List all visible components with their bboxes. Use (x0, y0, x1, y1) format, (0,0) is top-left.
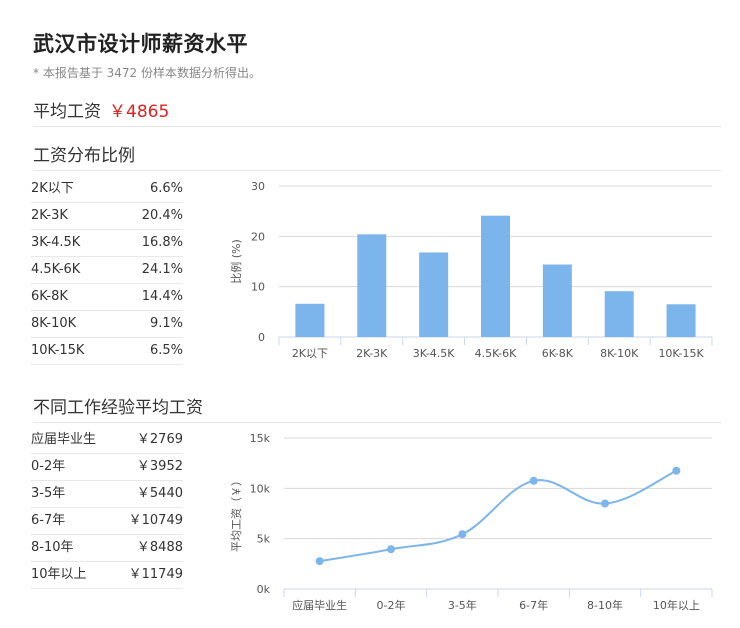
line-point (529, 476, 538, 485)
distribution-row-value: 16.8% (141, 235, 183, 250)
bar (357, 234, 387, 337)
bar-y-axis-label: 比例 (%) (229, 239, 243, 284)
experience-row-value: ￥2769 (136, 432, 183, 447)
bar-x-tick-label: 6K-8K (542, 347, 574, 360)
line-point (601, 499, 609, 508)
experience-row-value: ￥3952 (136, 459, 183, 474)
bar (481, 215, 510, 337)
bar-y-tick-label: 10 (251, 281, 265, 294)
distribution-row: 4.5K-6K 24.1% (31, 257, 183, 284)
bar-x-tick-label: 2K-3K (356, 347, 388, 360)
average-salary-label: 平均工资 (33, 102, 101, 122)
distribution-row-label: 10K-15K (31, 343, 85, 358)
bar-x-tick-label: 10K-15K (658, 347, 704, 360)
distribution-table: 2K以下 6.6% 2K-3K 20.4% 3K-4.5K 16.8% 4.5K-6K 24.… (31, 176, 183, 365)
line-point (458, 530, 467, 539)
distribution-row-label: 2K-3K (31, 208, 68, 223)
distribution-row-value: 14.4% (141, 289, 183, 304)
experience-row-label: 0-2年 (31, 459, 66, 474)
line-x-tick-label: 应届毕业生 (292, 598, 347, 612)
bar-x-tick-label: 2K以下 (292, 347, 328, 360)
distribution-row: 2K以下 6.6% (31, 176, 183, 203)
distribution-row: 8K-10K 9.1% (31, 311, 183, 338)
distribution-row: 2K-3K 20.4% (31, 203, 183, 230)
experience-row: 10年以上 ￥11749 (31, 562, 183, 589)
bar-x-tick-label: 3K-4.5K (413, 347, 456, 360)
line-y-tick-label: 0k (257, 583, 271, 596)
line-y-tick-label: 5k (257, 533, 271, 546)
line-point (672, 466, 681, 475)
experience-row-label: 应届毕业生 (31, 432, 97, 447)
page-title: 武汉市设计师薪资水平 (33, 32, 248, 56)
line-y-axis-label: 平均工资（￥） (230, 475, 243, 552)
experience-table: 应届毕业生 ￥2769 0-2年 ￥3952 3-5年 ￥5440 6-7年 ￥10749 8-… (31, 427, 183, 589)
experience-row: 0-2年 ￥3952 (31, 454, 183, 481)
experience-row-value: ￥5440 (136, 486, 183, 501)
distribution-row: 10K-15K 6.5% (31, 338, 183, 365)
distribution-row-value: 20.4% (141, 208, 183, 223)
distribution-row: 3K-4.5K 16.8% (31, 230, 183, 257)
line-x-tick-label: 3-5年 (448, 598, 477, 612)
bar (666, 304, 696, 337)
line-x-tick-label: 6-7年 (519, 598, 548, 612)
experience-row-label: 3-5年 (31, 486, 66, 501)
bar (604, 291, 634, 337)
line-x-tick-label: 10年以上 (653, 598, 700, 612)
experience-row: 8-10年 ￥8488 (31, 535, 183, 562)
line-point (387, 545, 395, 554)
line-y-tick-label: 10k (250, 482, 271, 495)
experience-row: 应届毕业生 ￥2769 (31, 427, 183, 454)
distribution-row-label: 6K-8K (31, 289, 68, 304)
experience-row: 3-5年 ￥5440 (31, 481, 183, 508)
bar (542, 264, 572, 337)
experience-series-line (319, 469, 677, 563)
bar-y-tick-label: 30 (251, 180, 265, 193)
average-salary-header: 平均工资 ￥4865 (33, 97, 721, 127)
average-salary-value: ￥4865 (109, 102, 170, 122)
distribution-row-label: 2K以下 (31, 181, 74, 196)
bar-y-tick-label: 20 (251, 230, 265, 243)
distribution-row-value: 6.6% (149, 181, 183, 196)
experience-row-label: 10年以上 (31, 567, 87, 582)
bar (295, 303, 325, 337)
distribution-heading: 工资分布比例 (33, 141, 721, 171)
experience-row-value: ￥11749 (128, 567, 183, 582)
line-x-tick-label: 0-2年 (377, 598, 406, 612)
page-subtitle: * 本报告基于 3472 份样本数据分析得出。 (33, 66, 261, 80)
distribution-row-label: 8K-10K (31, 316, 77, 331)
distribution-row-value: 9.1% (149, 316, 183, 331)
distribution-row-label: 4.5K-6K (31, 262, 81, 277)
distribution-row-value: 24.1% (141, 262, 183, 277)
distribution-row-value: 6.5% (149, 343, 183, 358)
experience-row: 6-7年 ￥10749 (31, 508, 183, 535)
experience-row-value: ￥10749 (128, 513, 183, 528)
distribution-row: 6K-8K 14.4% (31, 284, 183, 311)
line-point (315, 557, 324, 566)
experience-row-label: 6-7年 (31, 513, 66, 528)
experience-row-value: ￥8488 (136, 540, 183, 555)
experience-heading: 不同工作经验平均工资 (33, 393, 721, 423)
bar-x-tick-label: 8K-10K (600, 347, 639, 360)
distribution-row-label: 3K-4.5K (31, 235, 81, 250)
bar (419, 252, 449, 337)
line-x-tick-label: 8-10年 (587, 598, 623, 612)
bar-y-tick-label: 0 (258, 331, 265, 344)
bar-x-tick-label: 4.5K-6K (475, 347, 518, 360)
experience-row-label: 8-10年 (31, 540, 74, 555)
line-y-tick-label: 15k (250, 432, 271, 445)
